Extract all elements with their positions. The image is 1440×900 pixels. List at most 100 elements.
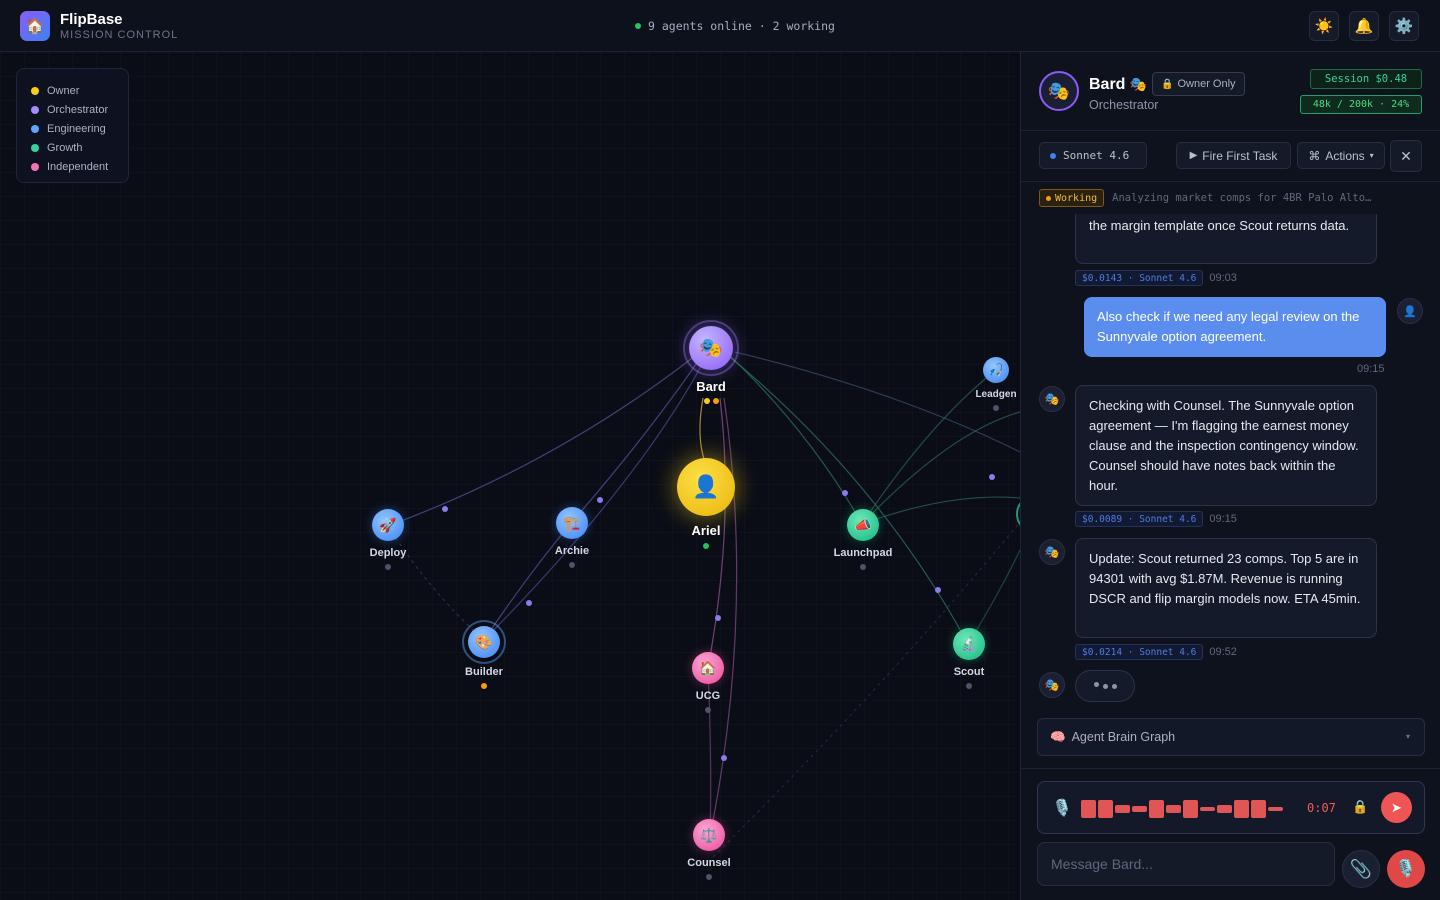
node-icon: 🎨: [475, 633, 493, 650]
agent-avatar[interactable]: 🎭: [1039, 71, 1079, 111]
brain-icon: 🧠: [1050, 729, 1066, 744]
app-subtitle: MISSION CONTROL: [60, 29, 179, 41]
building-icon: 🏗️: [556, 507, 588, 539]
user-icon: 👤: [677, 458, 735, 516]
microphone-icon: 🎙️: [1052, 800, 1072, 817]
edge-bard-scout: [729, 356, 969, 645]
agent-toolbar: Sonnet 4.6 ▶ Fire First Task ⌘ Actions ▾ ✕: [1021, 130, 1440, 182]
graph-node-builder[interactable]: 🎨 Builder: [449, 620, 519, 689]
graph-node-archie[interactable]: 🏗️ Archie: [537, 507, 607, 568]
theater-masks-icon: 🎭: [1044, 678, 1060, 692]
message-text: Also check if we need any legal review o…: [1097, 309, 1360, 344]
bell-icon: 🔔: [1354, 18, 1374, 35]
close-panel-button[interactable]: ✕: [1390, 140, 1422, 172]
send-recording-button[interactable]: ➤: [1381, 792, 1412, 823]
edge-particle: [721, 755, 727, 761]
agent-graph-canvas[interactable]: Owner Orchestrator Engineering Growth In…: [0, 52, 1020, 900]
graph-node-ucg[interactable]: 🏠 UCG: [673, 652, 743, 713]
house-icon: 🏠: [692, 652, 724, 684]
working-status-badge: Working: [1039, 189, 1105, 207]
graph-node-deploy[interactable]: 🚀 Deploy: [353, 509, 423, 570]
agent-role: Orchestrator: [1089, 98, 1159, 112]
legend-dot-icon: [31, 162, 39, 171]
graph-legend: Owner Orchestrator Engineering Growth In…: [16, 68, 129, 183]
legend-label: Growth: [47, 141, 83, 154]
graph-node-scout[interactable]: 🔬 Scout: [934, 628, 1004, 689]
house-icon: 🏠: [25, 18, 45, 35]
node-ring: 🎨: [462, 620, 506, 664]
graph-node-ariel[interactable]: 👤 Ariel: [671, 458, 741, 549]
node-status-dot: [481, 683, 487, 689]
waveform-bar: [1166, 805, 1181, 813]
online-status: 9 agents online · 2 working: [635, 19, 835, 33]
waveform-bar: [1183, 800, 1198, 818]
message-time: 09:15: [1209, 513, 1237, 525]
waveform-bar: [1115, 805, 1130, 813]
lock-icon[interactable]: 🔒: [1352, 799, 1368, 815]
chevron-down-icon: ▾: [1369, 151, 1374, 160]
node-icon: ⚖️: [700, 826, 718, 843]
notifications-button[interactable]: 🔔: [1349, 11, 1379, 41]
chat-thread[interactable]: the margin template once Scout returns d…: [1021, 214, 1440, 710]
node-icon: 📣: [854, 516, 872, 533]
graph-node-bard[interactable]: 🎭 Bard: [676, 320, 746, 404]
edge-particle: [597, 497, 603, 503]
online-status-text: 9 agents online · 2 working: [648, 19, 835, 33]
sun-icon: ☀️: [1314, 18, 1334, 35]
graph-node-counsel[interactable]: ⚖️ Counsel: [674, 819, 744, 880]
waveform-bar: [1234, 800, 1249, 818]
typing-dot-icon: [1102, 683, 1108, 689]
owner-only-badge: 🔒 Owner Only: [1152, 72, 1245, 96]
message-cost-badge: $0.0143 · Sonnet 4.6: [1075, 270, 1204, 286]
message-input[interactable]: [1037, 842, 1335, 886]
owner-only-label: Owner Only: [1177, 78, 1236, 90]
agent-message-bubble: Checking with Counsel. The Sunnyvale opt…: [1075, 385, 1377, 506]
message-time: 09:03: [1209, 272, 1237, 284]
node-icon: 🔬: [960, 635, 978, 652]
settings-button[interactable]: ⚙️: [1389, 11, 1419, 41]
waveform-bar: [1149, 800, 1164, 818]
status-dot-icon: [703, 398, 710, 404]
send-icon: ➤: [1391, 799, 1402, 815]
message-time: 09:15: [1357, 363, 1385, 375]
status-dot-icon: [712, 398, 719, 404]
attach-button[interactable]: 📎: [1342, 850, 1380, 888]
node-label-leadgen: Leadgen: [975, 389, 1017, 400]
legend-dot-icon: [31, 124, 39, 133]
message-meta: $0.0089 · Sonnet 4.6 09:15: [1075, 511, 1237, 527]
graph-node-launchpad[interactable]: 📣 Launchpad: [828, 509, 898, 570]
node-label-deploy: Deploy: [369, 547, 407, 559]
legend-label: Independent: [47, 160, 109, 173]
app-logo[interactable]: 🏠: [20, 11, 50, 41]
edge-particle: [842, 490, 848, 496]
node-status-dots: [703, 398, 719, 404]
legend-dot-icon: [31, 143, 39, 152]
graph-node-leadgen[interactable]: 🎣 Leadgen: [961, 357, 1020, 411]
theme-toggle-button[interactable]: ☀️: [1309, 11, 1339, 41]
user-icon: 👤: [1403, 305, 1417, 318]
actions-menu-button[interactable]: ⌘ Actions ▾: [1297, 142, 1385, 169]
scales-icon: ⚖️: [693, 819, 725, 851]
node-icon: 🏠: [699, 659, 717, 676]
node-icon: 🚀: [379, 516, 397, 533]
edge-bard-deploy: [387, 351, 701, 527]
model-selector[interactable]: Sonnet 4.6: [1039, 142, 1147, 169]
model-dot-icon: [1050, 152, 1056, 159]
waveform-bar: [1268, 807, 1283, 811]
node-status-dot: [569, 562, 575, 568]
online-dot-icon: [635, 23, 641, 29]
user-message-bubble: Also check if we need any legal review o…: [1084, 297, 1386, 357]
agent-message-avatar: 🎭: [1039, 672, 1065, 698]
agent-brain-graph-toggle[interactable]: 🧠 Agent Brain Graph ▾: [1037, 718, 1425, 756]
waveform-bar: [1098, 800, 1113, 818]
agent-status-row: Working Analyzing market comps for 4BR P…: [1039, 188, 1429, 208]
agent-message-avatar: 🎭: [1039, 386, 1065, 412]
legend-dot-icon: [31, 105, 39, 114]
waveform-bar: [1200, 807, 1215, 811]
status-text: Analyzing market comps for 4BR Palo Alto…: [1112, 192, 1372, 204]
legend-item-independent: Independent: [31, 157, 128, 176]
brain-graph-label: Agent Brain Graph: [1071, 730, 1176, 744]
theater-masks-icon: 🎭: [1129, 76, 1148, 92]
voice-input-button[interactable]: 🎙️: [1387, 850, 1425, 888]
fire-first-task-button[interactable]: ▶ Fire First Task: [1176, 142, 1291, 169]
